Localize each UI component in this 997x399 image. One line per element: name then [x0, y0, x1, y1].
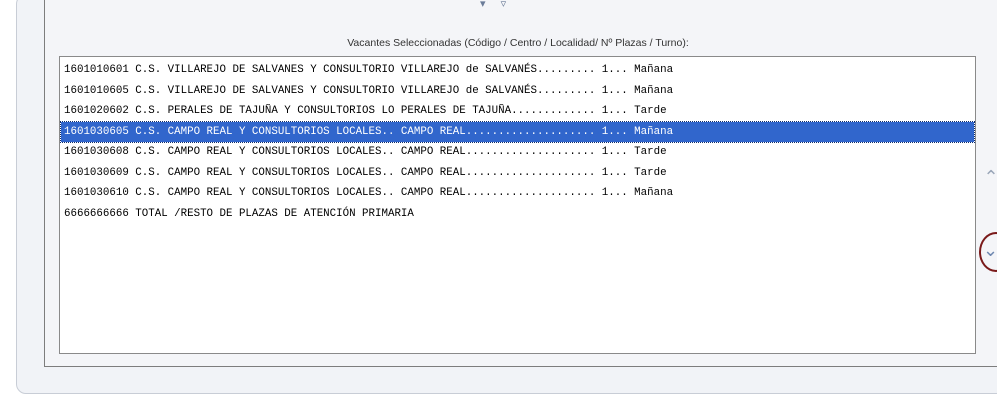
list-item-selected[interactable]: 1601030605 C.S. CAMPO REAL Y CONSULTORIO…	[60, 120, 975, 143]
list-item[interactable]: 1601030608 C.S. CAMPO REAL Y CONSULTORIO…	[61, 142, 974, 163]
page: ▾ ▿ Vacantes Seleccionadas (Código / Cen…	[0, 0, 997, 399]
list-caption: Vacantes Seleccionadas (Código / Centro …	[347, 37, 689, 49]
list-item[interactable]: 1601010605 C.S. VILLAREJO DE SALVANES Y …	[61, 81, 974, 102]
list-item[interactable]: 1601020602 C.S. PERALES DE TAJUÑA Y CONS…	[61, 101, 974, 122]
move-down-icon: ⌄	[983, 240, 997, 261]
collapse-arrows-icon[interactable]: ▾ ▿	[480, 0, 512, 10]
list-item[interactable]: 1601030610 C.S. CAMPO REAL Y CONSULTORIO…	[61, 183, 974, 204]
list-item[interactable]: 1601030609 C.S. CAMPO REAL Y CONSULTORIO…	[61, 163, 974, 184]
list-item[interactable]: 6666666666 TOTAL /RESTO DE PLAZAS DE ATE…	[61, 204, 974, 225]
list-item[interactable]: 1601010601 C.S. VILLAREJO DE SALVANES Y …	[61, 60, 974, 81]
selected-vacancies-listbox[interactable]: 1601010601 C.S. VILLAREJO DE SALVANES Y …	[59, 56, 976, 354]
move-up-icon[interactable]: ⌃	[982, 168, 997, 188]
